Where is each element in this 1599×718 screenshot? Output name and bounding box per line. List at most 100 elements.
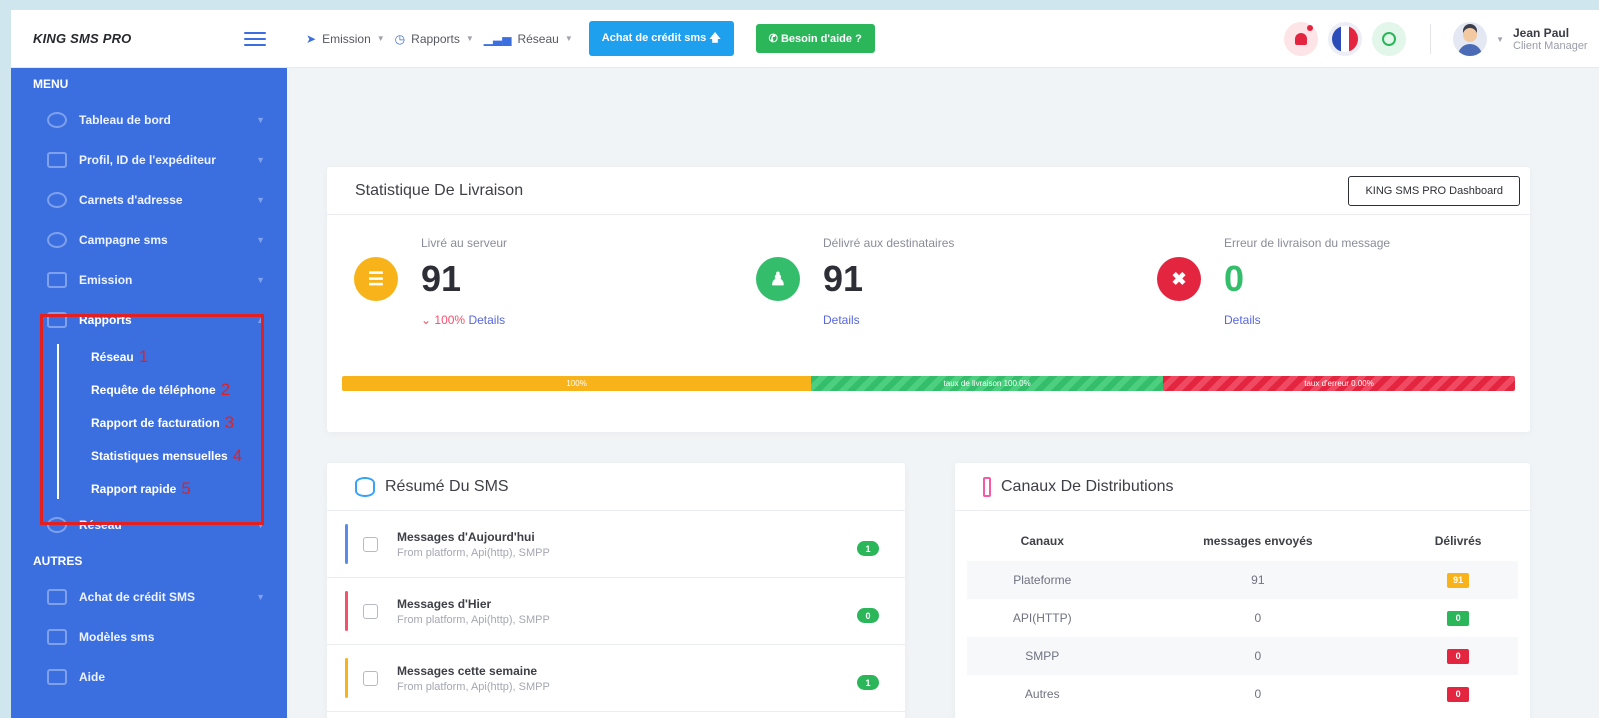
table-cell: 91: [1117, 561, 1399, 599]
checkbox[interactable]: [363, 603, 378, 619]
submenu-item-facturation[interactable]: Rapport de facturation 3: [57, 406, 287, 439]
sidebar-item-aide[interactable]: Aide: [11, 657, 287, 697]
person-icon: ♟: [756, 257, 800, 301]
list-item-subtitle: From platform, Api(http), SMPP: [397, 546, 550, 559]
database-icon: [355, 476, 375, 497]
details-link[interactable]: Details: [468, 313, 505, 327]
card-title: Résumé Du SMS: [385, 477, 509, 495]
list-item-text: Messages d'Hier From platform, Api(http)…: [397, 597, 905, 626]
sidebar-item-rapports[interactable]: Rapports ▲: [11, 300, 287, 340]
column-header: Canaux: [1020, 534, 1064, 548]
submenu-item-statistiques[interactable]: Statistiques mensuelles 4: [57, 439, 287, 472]
annotation-number: 1: [138, 346, 149, 366]
sidebar-item-label: Emission: [79, 273, 133, 287]
notifications-button[interactable]: [1284, 22, 1319, 56]
sidebar-item-tableau-de-bord[interactable]: Tableau de bord ▼: [11, 100, 287, 140]
user-role: Client Manager: [1513, 40, 1588, 52]
submenu-item-reseau[interactable]: Réseau 1: [57, 340, 287, 373]
sidebar-item-label: Tableau de bord: [79, 113, 171, 127]
clock-icon: ◷: [394, 31, 406, 46]
delivered-badge: 0: [1447, 611, 1470, 626]
list-item: Messages cette semaine From platform, Ap…: [327, 645, 905, 712]
top-nav: ➤ Emission ▼ ◷ Rapports ▼ ▁▃▅ Réseau ▼ A…: [306, 21, 875, 56]
user-menu[interactable]: Jean Paul Client Manager: [1513, 26, 1599, 52]
table-cell: API(HTTP): [1012, 611, 1072, 625]
brand-area: KING SMS PRO: [11, 10, 286, 68]
menu-toggle-icon[interactable]: [244, 31, 266, 46]
buy-credit-button[interactable]: Achat de crédit sms 🡅: [588, 21, 734, 56]
table-cell: SMPP: [967, 637, 1118, 675]
alarm-button[interactable]: [1372, 22, 1407, 56]
sidebar-item-label: Réseau: [79, 518, 122, 532]
submenu-item-requete[interactable]: Requête de téléphone 2: [57, 373, 287, 406]
chevron-down-icon[interactable]: ▼: [1496, 35, 1504, 44]
nav-reseau[interactable]: ▁▃▅ Réseau ▼: [484, 32, 573, 46]
table-cell: 91: [1398, 561, 1518, 599]
annotation-number: 4: [232, 445, 243, 465]
sidebar-item-reseau[interactable]: Réseau ▼: [11, 505, 287, 545]
sidebar-item-profil[interactable]: Profil, ID de l'expéditeur ▼: [11, 140, 287, 180]
user-name: Jean Paul: [1513, 26, 1570, 40]
sidebar-item-campagne[interactable]: Campagne sms ▼: [11, 220, 287, 260]
chevron-down-icon: ⌄: [421, 313, 432, 327]
report-icon: [47, 312, 67, 328]
sidebar-item-label: Campagne sms: [79, 233, 168, 247]
progress-segment-error: taux d'erreur 0.00%: [1163, 376, 1515, 391]
checkbox[interactable]: [363, 536, 378, 552]
sidebar-item-emission[interactable]: Emission ▼: [11, 260, 287, 300]
alarm-clock-icon: [1382, 32, 1397, 46]
sidebar-item-carnets[interactable]: Carnets d'adresse ▼: [11, 180, 287, 220]
delivery-stats-card: Statistique De Livraison KING SMS PRO Da…: [327, 167, 1530, 432]
chevron-down-icon: ▼: [256, 520, 265, 530]
sidebar-item-modeles[interactable]: Modèles sms: [11, 617, 287, 657]
delivery-progress-bar: 100% taux de livraison 100.0% taux d'err…: [342, 376, 1515, 391]
dashboard-button[interactable]: KING SMS PRO Dashboard: [1348, 176, 1520, 206]
distribution-card: Canaux De Distributions Canaux messages …: [955, 463, 1530, 718]
close-icon: ✖: [1157, 257, 1201, 301]
send-icon: ➤: [306, 31, 317, 46]
submenu-item-rapport-rapide[interactable]: Rapport rapide 5: [57, 472, 287, 505]
address-book-icon: [47, 192, 67, 208]
delivered-badge: 91: [1447, 573, 1470, 588]
nav-emission[interactable]: ➤ Emission ▼: [306, 32, 385, 46]
list-item-subtitle: From platform, Api(http), SMPP: [397, 680, 550, 693]
checkbox[interactable]: [363, 670, 378, 686]
submenu-line: [57, 344, 59, 499]
card-header: Résumé Du SMS: [327, 463, 905, 511]
submenu-item-label: Statistiques mensuelles: [91, 448, 228, 463]
avatar[interactable]: [1453, 22, 1488, 56]
card-title: Canaux De Distributions: [1001, 477, 1174, 495]
annotation-number: 3: [224, 412, 235, 432]
language-button[interactable]: [1328, 22, 1363, 56]
stat-percent: 100%: [434, 313, 466, 327]
menu-header: MENU: [33, 77, 69, 91]
bell-icon: [1295, 33, 1308, 45]
count-badge: 1: [857, 675, 879, 690]
chevron-down-icon: ▼: [564, 34, 573, 43]
bell-icon: [47, 112, 67, 128]
nav-rapports[interactable]: ◷ Rapports ▼: [395, 32, 474, 46]
sidebar-item-achat-credit[interactable]: Achat de crédit SMS ▼: [11, 577, 287, 617]
table-cell: 0: [1398, 675, 1518, 713]
divider: [1430, 24, 1432, 54]
stat-value: 91: [823, 258, 864, 299]
server-icon: ☰: [354, 257, 398, 301]
table-row: Autres 0 0: [967, 675, 1518, 713]
chevron-down-icon: ▼: [256, 592, 265, 602]
list-item-title: Messages d'Aujourd'hui: [397, 529, 535, 544]
help-button[interactable]: ✆ Besoin d'aide ?: [755, 24, 875, 53]
sidebar-item-label: Modèles sms: [79, 630, 155, 644]
signal-icon: ▁▃▅: [483, 31, 512, 46]
list-item-title: Messages cette semaine: [397, 663, 538, 678]
column-header: Délivrés: [1434, 534, 1482, 548]
details-link[interactable]: Details: [1224, 313, 1261, 327]
details-link[interactable]: Details: [823, 313, 860, 327]
stat-label: Erreur de livraison du message: [1224, 236, 1391, 250]
nav-rapports-label: Rapports: [411, 31, 460, 46]
app-window: KING SMS PRO ➤ Emission ▼ ◷ Rapports ▼ ▁…: [11, 10, 1599, 718]
card-header: Canaux De Distributions: [955, 463, 1530, 511]
column-header: messages envoyés: [1203, 534, 1313, 548]
count-badge: 0: [857, 608, 879, 623]
table-cell: 0: [1398, 599, 1518, 637]
distribution-table: Canaux messages envoyés Délivrés Platefo…: [967, 521, 1518, 713]
